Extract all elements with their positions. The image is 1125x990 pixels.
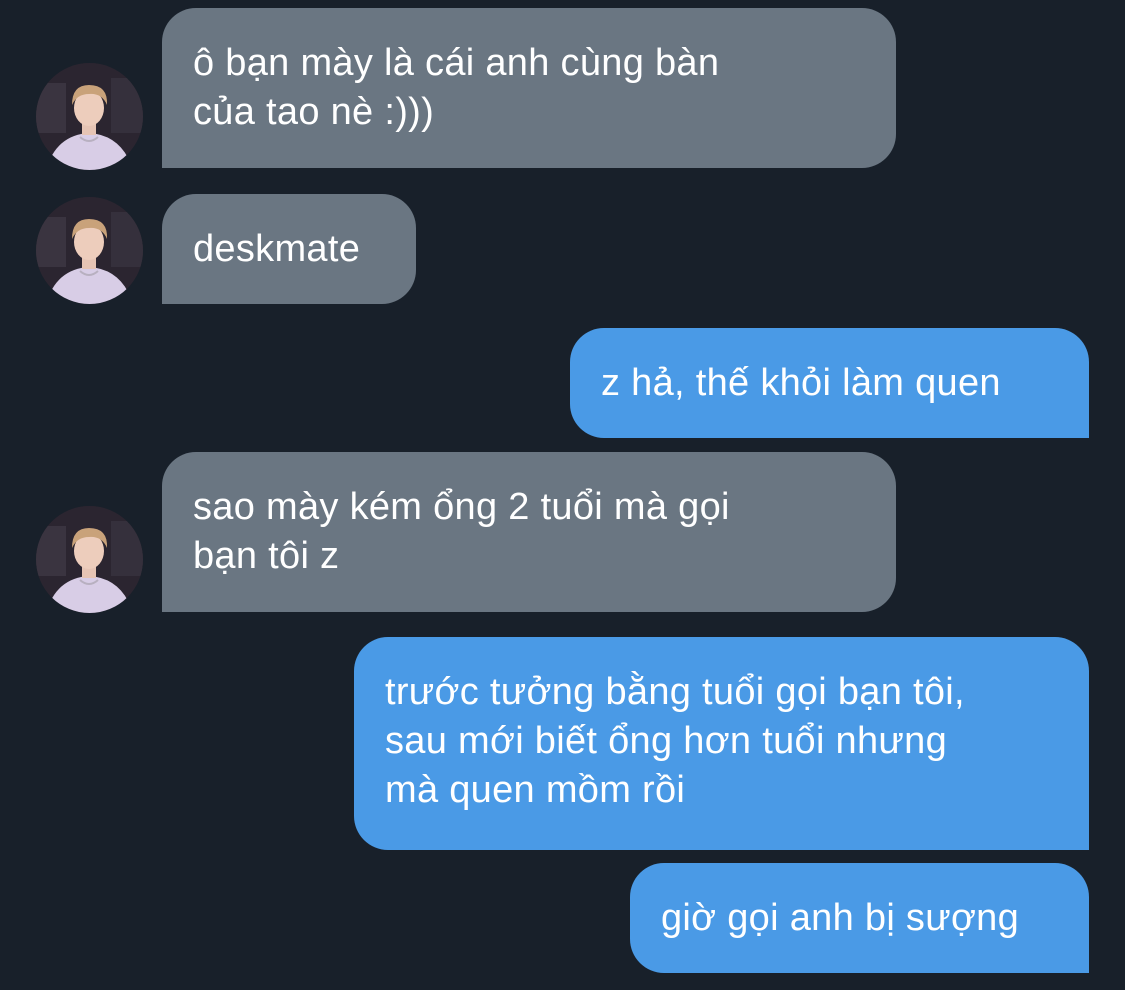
- chat-thread: ô bạn mày là cái anh cùng bàn của tao nè…: [0, 0, 1125, 990]
- contact-avatar[interactable]: [36, 506, 143, 613]
- message-bubble-incoming[interactable]: ô bạn mày là cái anh cùng bàn của tao nè…: [162, 8, 896, 168]
- message-bubble-incoming[interactable]: sao mày kém ổng 2 tuổi mà gọi bạn tôi z: [162, 452, 896, 612]
- avatar-photo-icon: [36, 63, 143, 170]
- contact-avatar[interactable]: [36, 63, 143, 170]
- contact-avatar[interactable]: [36, 197, 143, 304]
- avatar-photo-icon: [36, 197, 143, 304]
- message-bubble-outgoing[interactable]: trước tưởng bằng tuổi gọi bạn tôi, sau m…: [354, 637, 1089, 850]
- message-bubble-outgoing[interactable]: giờ gọi anh bị sượng: [630, 863, 1089, 973]
- message-bubble-incoming[interactable]: deskmate: [162, 194, 416, 304]
- avatar-photo-icon: [36, 506, 143, 613]
- message-bubble-outgoing[interactable]: z hả, thế khỏi làm quen: [570, 328, 1089, 438]
